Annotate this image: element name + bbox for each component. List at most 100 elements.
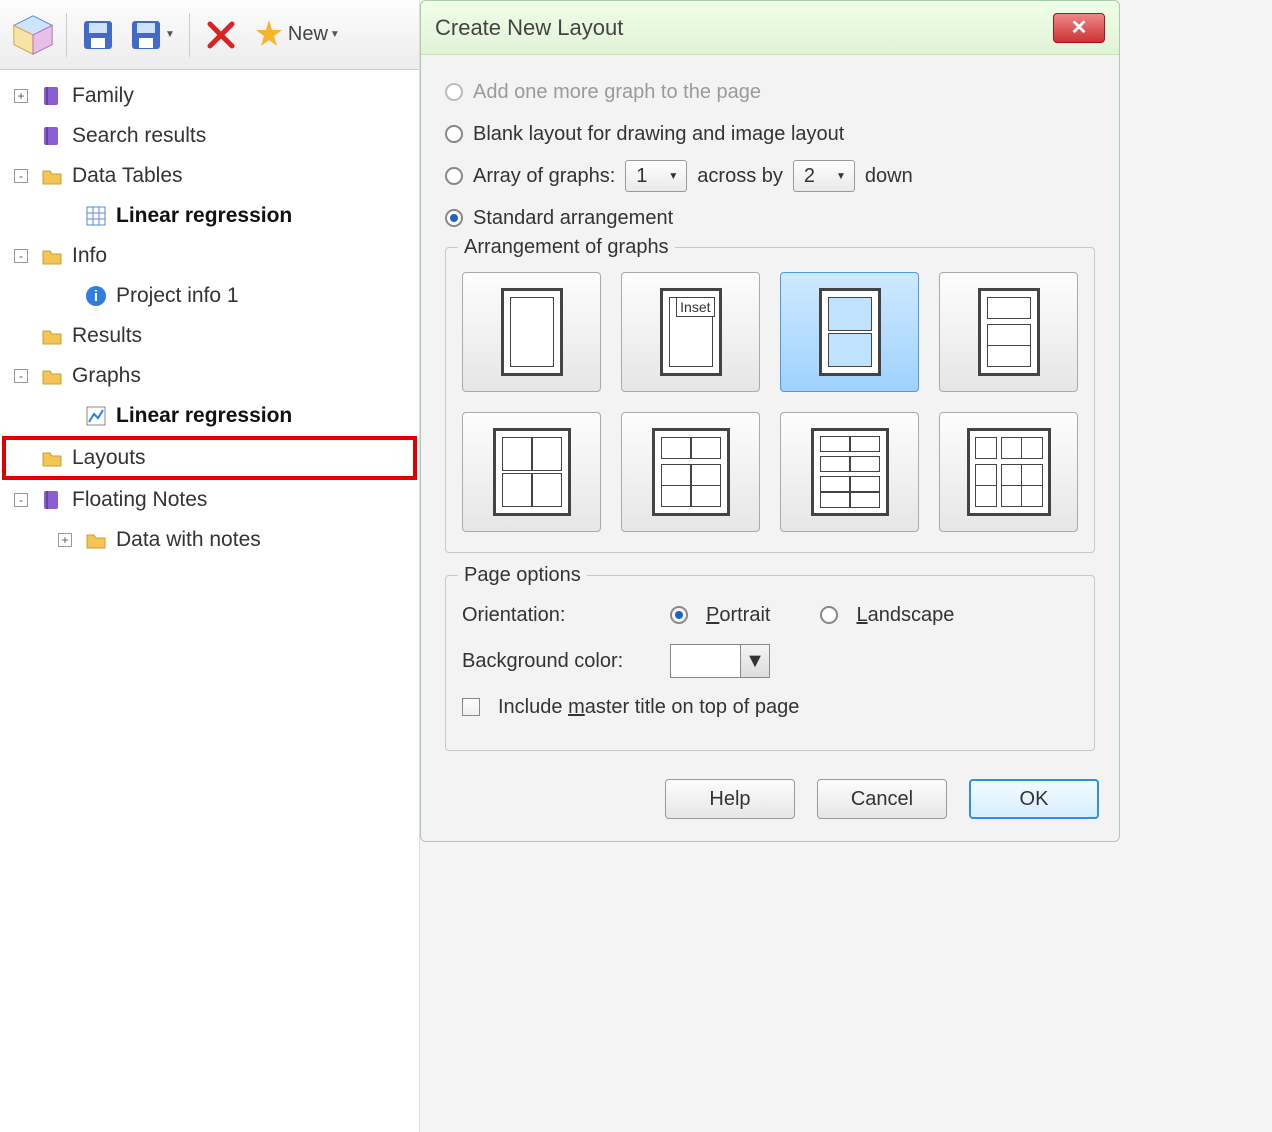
tree-item-label: Data with notes — [116, 528, 261, 552]
tree-item-search-results[interactable]: Search results — [4, 116, 415, 156]
radio-array-of-graphs[interactable]: Array of graphs: 1 ▼ across by 2 ▼ down — [445, 155, 1095, 197]
color-swatch — [671, 645, 741, 677]
toolbar-separator — [189, 13, 190, 57]
tree-item-data-with-notes[interactable]: + Data with notes — [4, 520, 415, 560]
arrangement-groupbox: Arrangement of graphs Inset — [445, 247, 1095, 553]
tree-item-label: Project info 1 — [116, 284, 239, 308]
radio-landscape[interactable]: Landscape — [856, 604, 954, 627]
arrangement-2x4[interactable] — [780, 412, 919, 532]
expand-icon[interactable]: + — [14, 89, 28, 103]
expand-icon[interactable]: + — [58, 533, 72, 547]
radio-icon — [445, 125, 463, 143]
page-options-groupbox: Page options Orientation: Portrait Lands… — [445, 575, 1095, 751]
tree-item-label: Family — [72, 84, 134, 108]
tree-item-linear-regression[interactable]: Linear regression — [4, 196, 415, 236]
arrangement-grid: Inset — [462, 272, 1078, 532]
bgcolor-label: Background color: — [462, 650, 652, 673]
tree-item-label: Results — [72, 324, 142, 348]
radio-icon — [445, 167, 463, 185]
select-value: 2 — [804, 165, 815, 188]
save-button[interactable] — [77, 15, 119, 55]
collapse-icon[interactable]: - — [14, 369, 28, 383]
folder-yellow-icon — [38, 162, 66, 190]
tree-item-label: Layouts — [72, 446, 146, 470]
array-post-label: down — [865, 165, 913, 188]
button-label: Help — [709, 788, 750, 811]
arrangement-2x3[interactable] — [621, 412, 760, 532]
checkbox-icon[interactable] — [462, 698, 480, 716]
include-master-row[interactable]: Include master title on top of page — [462, 684, 1078, 730]
collapse-icon[interactable]: - — [14, 249, 28, 263]
book-purple-icon — [38, 122, 66, 150]
help-button[interactable]: Help — [665, 779, 795, 819]
tree-item-label: Floating Notes — [72, 488, 207, 512]
groupbox-title: Arrangement of graphs — [458, 236, 675, 259]
array-across-select[interactable]: 1 ▼ — [625, 160, 687, 192]
save-as-button[interactable]: ▼ — [125, 15, 179, 55]
collapse-icon[interactable]: - — [14, 169, 28, 183]
tree-item-linear-regression[interactable]: Linear regression — [4, 396, 415, 436]
dialog-body: Add one more graph to the page Blank lay… — [421, 55, 1119, 761]
tree-item-graphs[interactable]: -Graphs — [4, 356, 415, 396]
tree-item-label: Info — [72, 244, 107, 268]
new-button[interactable]: New ▼ — [248, 15, 344, 55]
chevron-down-icon: ▼ — [668, 171, 678, 182]
tree-item-layouts[interactable]: Layouts — [4, 438, 415, 478]
arrangement-1[interactable] — [462, 272, 601, 392]
dialog-titlebar: Create New Layout ✕ — [421, 1, 1119, 55]
radio-label: Standard arrangement — [473, 207, 673, 230]
radio-icon — [670, 606, 688, 624]
radio-standard-arrangement[interactable]: Standard arrangement — [445, 197, 1095, 239]
radio-portrait[interactable]: Portrait — [706, 604, 770, 627]
button-label: OK — [1020, 788, 1049, 811]
tree-item-info[interactable]: - Info — [4, 236, 415, 276]
folder-yellow-icon — [38, 444, 66, 472]
arrangement-two-vertical[interactable] — [780, 272, 919, 392]
navigator-pane: ▼ New ▼ + Family Search results - Data Table… — [0, 0, 420, 1132]
table-icon — [82, 202, 110, 230]
arrangement-three-vertical[interactable] — [939, 272, 1078, 392]
info-blue-icon: i — [82, 282, 110, 310]
cancel-button[interactable]: Cancel — [817, 779, 947, 819]
background-color-picker[interactable]: ▼ — [670, 644, 770, 678]
tree-item-data-tables[interactable]: - Data Tables — [4, 156, 415, 196]
radio-blank-layout[interactable]: Blank layout for drawing and image layou… — [445, 113, 1095, 155]
close-icon: ✕ — [1071, 15, 1088, 40]
orientation-label: Orientation: — [462, 604, 652, 627]
array-down-select[interactable]: 2 ▼ — [793, 160, 855, 192]
create-new-layout-dialog: Create New Layout ✕ Add one more graph t… — [420, 0, 1120, 842]
array-mid-label: across by — [697, 165, 783, 188]
tree-item-label: Data Tables — [72, 164, 183, 188]
toolbar: ▼ New ▼ — [0, 0, 419, 70]
tree-item-project-info-1[interactable]: i Project info 1 — [4, 276, 415, 316]
radio-add-one-more: Add one more graph to the page — [445, 71, 1095, 113]
select-value: 1 — [636, 165, 647, 188]
chevron-down-icon: ▼ — [741, 645, 769, 677]
chevron-down-icon: ▼ — [836, 171, 846, 182]
inset-label: Inset — [676, 297, 714, 317]
radio-label: Add one more graph to the page — [473, 81, 761, 104]
delete-button[interactable] — [200, 15, 242, 55]
project-tree[interactable]: + Family Search results - Data Tables Linear … — [0, 70, 419, 566]
tree-item-floating-notes[interactable]: - Floating Notes — [4, 480, 415, 520]
background-color-row: Background color: ▼ — [462, 638, 1078, 684]
arrangement-3x3[interactable] — [939, 412, 1078, 532]
book-purple-icon — [38, 486, 66, 514]
collapse-icon[interactable]: - — [14, 493, 28, 507]
orientation-row: Orientation: Portrait Landscape — [462, 592, 1078, 638]
tree-item-results[interactable]: Results — [4, 316, 415, 356]
arrangement-inset[interactable]: Inset — [621, 272, 760, 392]
chevron-down-icon: ▼ — [330, 29, 340, 40]
dialog-button-bar: Help Cancel OK — [421, 761, 1119, 841]
svg-text:i: i — [94, 288, 98, 305]
tree-item-label: Linear regression — [116, 404, 292, 428]
arrangement-2x2[interactable] — [462, 412, 601, 532]
ok-button[interactable]: OK — [969, 779, 1099, 819]
tree-item-family[interactable]: + Family — [4, 76, 415, 116]
tree-item-label: Linear regression — [116, 204, 292, 228]
button-label: Cancel — [851, 788, 913, 811]
chart-icon — [82, 402, 110, 430]
folder-yellow-icon — [38, 322, 66, 350]
close-button[interactable]: ✕ — [1053, 13, 1105, 43]
folder-yellow-icon — [38, 242, 66, 270]
